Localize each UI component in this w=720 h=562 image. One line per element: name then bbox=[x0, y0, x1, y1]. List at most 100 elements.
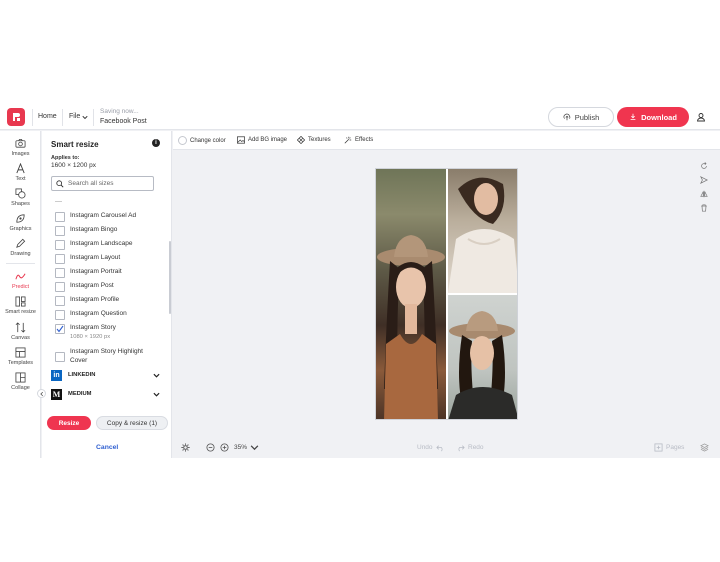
zoom-out-button[interactable] bbox=[206, 443, 215, 452]
tool-label: Change color bbox=[190, 137, 226, 144]
cancel-button[interactable]: Cancel bbox=[96, 444, 118, 451]
design-canvas[interactable] bbox=[375, 168, 518, 420]
checkbox[interactable] bbox=[55, 254, 65, 264]
rail-item-images[interactable]: Images bbox=[0, 138, 41, 157]
rail-item-predict[interactable]: Predict bbox=[0, 271, 41, 290]
rotate-icon[interactable] bbox=[700, 162, 708, 170]
resize-button[interactable]: Resize bbox=[47, 416, 91, 430]
list-item[interactable]: Instagram Story Highlight Cover bbox=[55, 348, 155, 365]
collage-photo-bottom-right[interactable] bbox=[448, 295, 517, 419]
editor-app: Home File Saving now... Facebook Post Pu… bbox=[0, 105, 720, 458]
list-scrollbar[interactable] bbox=[169, 241, 171, 314]
color-swatch-icon bbox=[178, 136, 187, 145]
flip-icon[interactable] bbox=[700, 190, 708, 198]
info-icon[interactable]: i bbox=[152, 139, 160, 147]
search-input[interactable] bbox=[68, 180, 148, 187]
trash-icon[interactable] bbox=[700, 204, 708, 212]
rail-item-templates[interactable]: Templates bbox=[0, 347, 41, 366]
zoom-select[interactable]: 35% bbox=[234, 443, 259, 452]
search-sizes-field[interactable] bbox=[51, 176, 154, 191]
canvas-toolbar: Change color Add BG image Textures Effec… bbox=[173, 131, 720, 150]
tool-label: Effects bbox=[355, 137, 374, 143]
chevron-down-icon bbox=[153, 373, 160, 378]
list-item[interactable]: Instagram Post bbox=[55, 282, 155, 292]
layers-button[interactable] bbox=[700, 443, 709, 452]
checkbox[interactable] bbox=[55, 352, 65, 362]
rail-label: Predict bbox=[11, 284, 30, 290]
list-item[interactable]: Instagram Bingo bbox=[55, 226, 155, 236]
rail-item-drawing[interactable]: Drawing bbox=[0, 238, 41, 257]
size-label: Instagram Story bbox=[70, 324, 116, 331]
smart-resize-icon bbox=[15, 296, 26, 307]
rail-divider bbox=[6, 263, 35, 264]
effects-icon bbox=[344, 136, 352, 144]
rail-item-shapes[interactable]: Shapes bbox=[0, 188, 41, 207]
size-label: Instagram Story Highlight Cover bbox=[70, 348, 143, 364]
size-label: Instagram Question bbox=[70, 310, 127, 317]
size-label: Instagram Post bbox=[70, 282, 114, 289]
collage-photo-left[interactable] bbox=[376, 169, 446, 419]
chevron-left-icon bbox=[39, 391, 43, 396]
add-bg-image-button[interactable]: Add BG image bbox=[237, 136, 287, 144]
rail-item-canvas[interactable]: Canvas bbox=[0, 322, 41, 341]
home-link[interactable]: Home bbox=[38, 113, 57, 120]
section-label: MEDIUM bbox=[68, 391, 92, 397]
gear-icon bbox=[181, 443, 190, 452]
checkbox[interactable] bbox=[55, 282, 65, 292]
layers-icon bbox=[700, 443, 709, 452]
list-item[interactable]: Instagram Question bbox=[55, 310, 155, 320]
document-title[interactable]: Facebook Post bbox=[100, 118, 147, 125]
zoom-out-icon bbox=[206, 443, 215, 452]
checkbox[interactable] bbox=[55, 240, 65, 250]
size-label: Instagram Landscape bbox=[70, 240, 133, 247]
size-label: Instagram Carousel Ad bbox=[70, 212, 137, 219]
textures-button[interactable]: Textures bbox=[297, 136, 331, 144]
checkbox-checked[interactable] bbox=[55, 324, 65, 334]
send-icon[interactable] bbox=[700, 176, 708, 184]
rail-item-text[interactable]: Text bbox=[0, 163, 41, 182]
list-item[interactable]: Instagram Portrait bbox=[55, 268, 155, 278]
download-button[interactable]: Download bbox=[617, 107, 689, 127]
search-icon bbox=[56, 179, 64, 188]
list-item[interactable]: Instagram Story 1080 × 1920 px bbox=[55, 324, 155, 341]
collage-photo-top-right[interactable] bbox=[448, 169, 517, 293]
section-label: LINKEDIN bbox=[68, 372, 96, 378]
section-linkedin[interactable]: in LINKEDIN bbox=[51, 368, 160, 382]
zoom-in-icon bbox=[220, 443, 229, 452]
change-color-button[interactable]: Change color bbox=[178, 136, 226, 145]
medium-icon: M bbox=[51, 388, 62, 400]
undo-button[interactable]: Undo bbox=[417, 443, 445, 452]
list-item[interactable]: Instagram Carousel Ad bbox=[55, 212, 155, 222]
list-item[interactable]: Instagram Layout bbox=[55, 254, 155, 264]
section-medium[interactable]: M MEDIUM bbox=[51, 387, 160, 401]
canvas-side-tools bbox=[697, 162, 711, 212]
rail-label: Drawing bbox=[10, 251, 31, 257]
panel-title: Smart resize bbox=[51, 140, 99, 149]
checkbox[interactable] bbox=[55, 310, 65, 320]
rail-item-collage[interactable]: Collage bbox=[0, 372, 41, 391]
publish-icon bbox=[563, 113, 570, 121]
rail-item-smart-resize[interactable]: Smart resize bbox=[0, 296, 41, 315]
tool-label: Add BG image bbox=[248, 137, 288, 143]
list-item[interactable]: Instagram Landscape bbox=[55, 240, 155, 250]
zoom-in-button[interactable] bbox=[220, 443, 229, 452]
checkbox[interactable] bbox=[55, 226, 65, 236]
checkbox[interactable] bbox=[55, 268, 65, 278]
file-menu-label: File bbox=[69, 113, 81, 120]
copy-and-resize-button[interactable]: Copy & resize (1) bbox=[96, 416, 168, 430]
pages-button[interactable]: Pages bbox=[654, 443, 684, 452]
collapse-panel-button[interactable] bbox=[37, 389, 46, 398]
list-scroll-edge bbox=[55, 201, 62, 205]
app-logo[interactable] bbox=[7, 108, 25, 126]
shapes-icon bbox=[15, 188, 26, 199]
user-account-button[interactable] bbox=[694, 110, 708, 124]
publish-button[interactable]: Publish bbox=[548, 107, 614, 127]
rail-item-graphics[interactable]: Graphics bbox=[0, 213, 41, 232]
list-item[interactable]: Instagram Profile bbox=[55, 296, 155, 306]
effects-button[interactable]: Effects bbox=[344, 136, 373, 144]
file-menu[interactable]: File bbox=[69, 113, 88, 120]
checkbox[interactable] bbox=[55, 212, 65, 222]
settings-button[interactable] bbox=[181, 443, 190, 452]
checkbox[interactable] bbox=[55, 296, 65, 306]
redo-button[interactable]: Redo bbox=[456, 443, 484, 452]
